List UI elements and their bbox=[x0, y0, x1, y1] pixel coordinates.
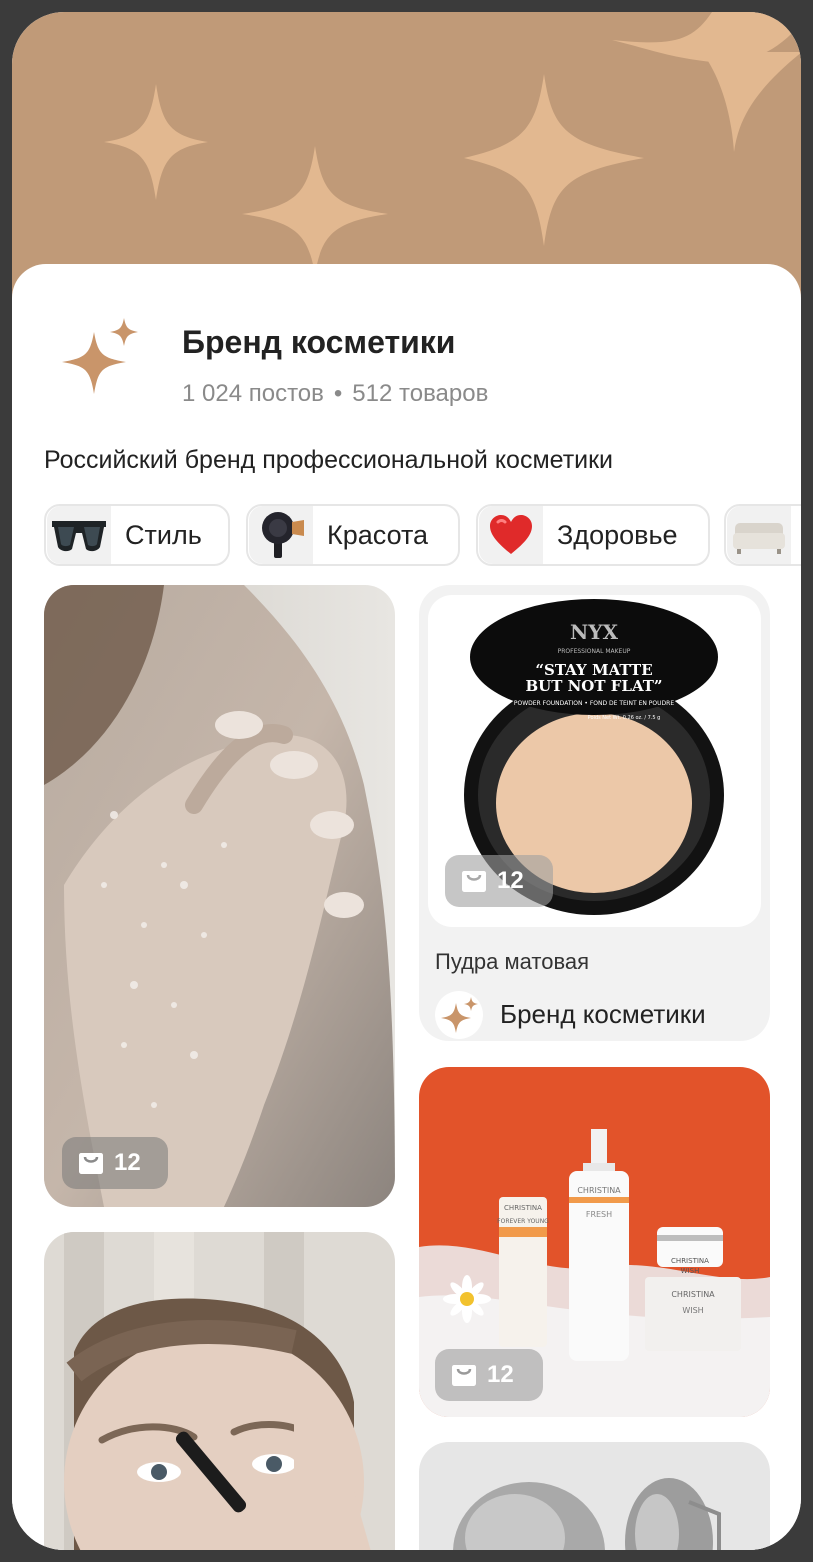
post-image-body-scrub bbox=[44, 585, 395, 1207]
products-badge: 12 bbox=[435, 1349, 543, 1401]
chip-home[interactable] bbox=[724, 504, 801, 566]
goods-count: 512 товаров bbox=[352, 380, 489, 407]
post-image-mascara bbox=[44, 1232, 395, 1550]
products-count: 12 bbox=[487, 1361, 514, 1388]
brand-name: Бренд косметики bbox=[182, 324, 456, 360]
svg-text:POWDER FOUNDATION • FOND DE TE: POWDER FOUNDATION • FOND DE TEINT EN POU… bbox=[514, 700, 674, 707]
svg-text:FOREVER YOUNG: FOREVER YOUNG bbox=[497, 1218, 549, 1225]
chip-label: Красота bbox=[327, 519, 429, 550]
sparkle-logo-icon bbox=[62, 318, 138, 394]
svg-text:CHRISTINA: CHRISTINA bbox=[504, 1204, 542, 1212]
product-card[interactable]: CHRISTINA FOREVER YOUNG CHRISTINA FRESH … bbox=[419, 1067, 770, 1417]
post-card[interactable]: 12 bbox=[44, 585, 395, 1207]
sofa-icon bbox=[727, 506, 791, 564]
svg-text:WISH: WISH bbox=[682, 1306, 703, 1315]
product-brand-name: Бренд косметики bbox=[500, 999, 706, 1029]
svg-text:CHRISTINA: CHRISTINA bbox=[671, 1290, 715, 1299]
svg-text:FRESH: FRESH bbox=[586, 1210, 612, 1219]
svg-text:WISH: WISH bbox=[681, 1267, 700, 1275]
products-count: 12 bbox=[497, 867, 524, 894]
svg-text:BUT NOT FLAT”: BUT NOT FLAT” bbox=[525, 677, 662, 695]
svg-text:CHRISTINA: CHRISTINA bbox=[671, 1257, 709, 1265]
products-badge: 12 bbox=[445, 855, 553, 907]
svg-text:Poids Net Wt. 0.26 oz. / 7.5 g: Poids Net Wt. 0.26 oz. / 7.5 g bbox=[588, 715, 661, 721]
post-card[interactable] bbox=[44, 1232, 395, 1550]
brand-description: Российский бренд профессиональной космет… bbox=[44, 446, 614, 474]
shopping-bag-icon bbox=[79, 1153, 103, 1174]
sparkle-shape bbox=[464, 74, 644, 246]
sparkle-shape bbox=[104, 84, 208, 200]
svg-text:PROFESSIONAL MAKEUP: PROFESSIONAL MAKEUP bbox=[558, 648, 631, 655]
brand-stats: 1 024 постов • 512 товаров bbox=[182, 380, 488, 408]
product-card[interactable] bbox=[419, 1442, 770, 1550]
product-title: Пудра матовая bbox=[435, 949, 590, 974]
posts-count: 1 024 постов bbox=[182, 380, 324, 407]
product-image-earrings bbox=[453, 1478, 721, 1550]
heart-icon bbox=[479, 506, 543, 564]
stats-separator: • bbox=[333, 380, 343, 407]
screen: Бренд косметики 1 024 постов • 512 товаров… bbox=[12, 12, 801, 1550]
products-badge: 12 bbox=[62, 1137, 168, 1189]
product-image-frame: NYX PROFESSIONAL MAKEUP “STAY MATTE BUT … bbox=[428, 595, 761, 927]
svg-text:CHRISTINA: CHRISTINA bbox=[577, 1186, 621, 1195]
device-frame: Бренд косметики 1 024 постов • 512 товаров… bbox=[0, 0, 813, 1562]
chip-label: Стиль bbox=[125, 519, 202, 550]
product-card[interactable]: NYX PROFESSIONAL MAKEUP “STAY MATTE BUT … bbox=[419, 585, 770, 1041]
category-chips: Стиль Красота Здоровье bbox=[44, 504, 801, 582]
shopping-bag-icon bbox=[452, 1365, 476, 1386]
powder-brand-text: NYX bbox=[570, 620, 619, 644]
sparkle-shape bbox=[242, 146, 388, 274]
chip-label: Здоровье bbox=[557, 519, 678, 550]
shopping-bag-icon bbox=[462, 871, 486, 892]
brand-logo[interactable] bbox=[56, 316, 140, 400]
sparkle-logo-icon bbox=[441, 997, 478, 1033]
chip-style[interactable]: Стиль bbox=[44, 504, 230, 566]
chip-health[interactable]: Здоровье bbox=[476, 504, 710, 566]
chip-beauty[interactable]: Красота bbox=[246, 504, 460, 566]
brand-avatar bbox=[435, 991, 483, 1039]
products-count: 12 bbox=[114, 1149, 141, 1176]
sparkle-shape bbox=[702, 52, 801, 152]
sunglasses-icon bbox=[47, 506, 111, 564]
hair-dryer-icon bbox=[249, 506, 313, 564]
